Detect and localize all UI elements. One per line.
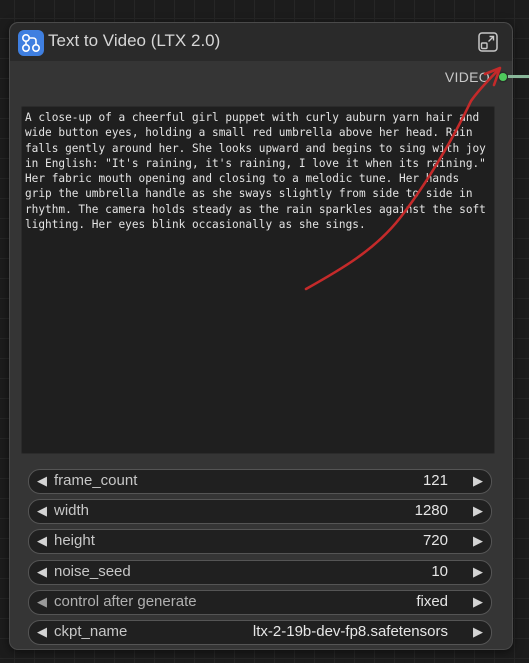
widget-label: width: [54, 502, 90, 519]
node-graph-icon: [18, 30, 44, 56]
video-output-label: VIDEO: [444, 69, 490, 85]
widget-value[interactable]: 720: [423, 533, 448, 549]
increment-arrow-icon[interactable]: ▶: [473, 473, 483, 489]
noise-seed-widget[interactable]: ◀ noise_seed 10 ▶: [28, 560, 492, 585]
increment-arrow-icon[interactable]: ▶: [473, 503, 483, 519]
ckpt-name-widget[interactable]: ◀ ckpt_name ltx-2-19b-dev-fp8.safetensor…: [28, 620, 492, 645]
decrement-arrow-icon[interactable]: ◀: [37, 624, 47, 640]
widget-value[interactable]: 121: [423, 473, 448, 489]
widget-label: noise_seed: [54, 563, 131, 580]
frame-count-widget[interactable]: ◀ frame_count 121 ▶: [28, 469, 492, 494]
control-after-generate-widget[interactable]: ◀ control after generate fixed ▶: [28, 590, 492, 615]
widget-label: control after generate: [54, 593, 197, 610]
increment-arrow-icon[interactable]: ▶: [473, 624, 483, 640]
widget-value[interactable]: fixed: [416, 594, 448, 610]
decrement-arrow-icon[interactable]: ◀: [37, 503, 47, 519]
decrement-arrow-icon[interactable]: ◀: [37, 473, 47, 489]
prompt-textarea[interactable]: A close-up of a cheerful girl puppet wit…: [21, 106, 495, 454]
node-title: Text to Video (LTX 2.0): [48, 31, 221, 50]
expand-icon[interactable]: [477, 31, 499, 53]
increment-arrow-icon[interactable]: ▶: [473, 533, 483, 549]
output-link-wire: [508, 75, 529, 78]
widget-label: ckpt_name: [54, 623, 128, 640]
widget-value[interactable]: 10: [431, 564, 448, 580]
increment-arrow-icon[interactable]: ▶: [473, 564, 483, 580]
widget-label: height: [54, 532, 95, 549]
text-to-video-node[interactable]: Text to Video (LTX 2.0) VIDEO A close-up…: [9, 22, 513, 650]
width-widget[interactable]: ◀ width 1280 ▶: [28, 499, 492, 524]
widget-value[interactable]: ltx-2-19b-dev-fp8.safetensors: [253, 624, 448, 640]
increment-arrow-icon[interactable]: ▶: [473, 594, 483, 610]
widget-value[interactable]: 1280: [415, 503, 448, 519]
widget-label: frame_count: [54, 472, 138, 489]
node-header[interactable]: Text to Video (LTX 2.0): [10, 23, 512, 61]
decrement-arrow-icon[interactable]: ◀: [37, 594, 47, 610]
video-output-slot[interactable]: [499, 73, 507, 81]
decrement-arrow-icon[interactable]: ◀: [37, 533, 47, 549]
height-widget[interactable]: ◀ height 720 ▶: [28, 529, 492, 554]
decrement-arrow-icon[interactable]: ◀: [37, 564, 47, 580]
